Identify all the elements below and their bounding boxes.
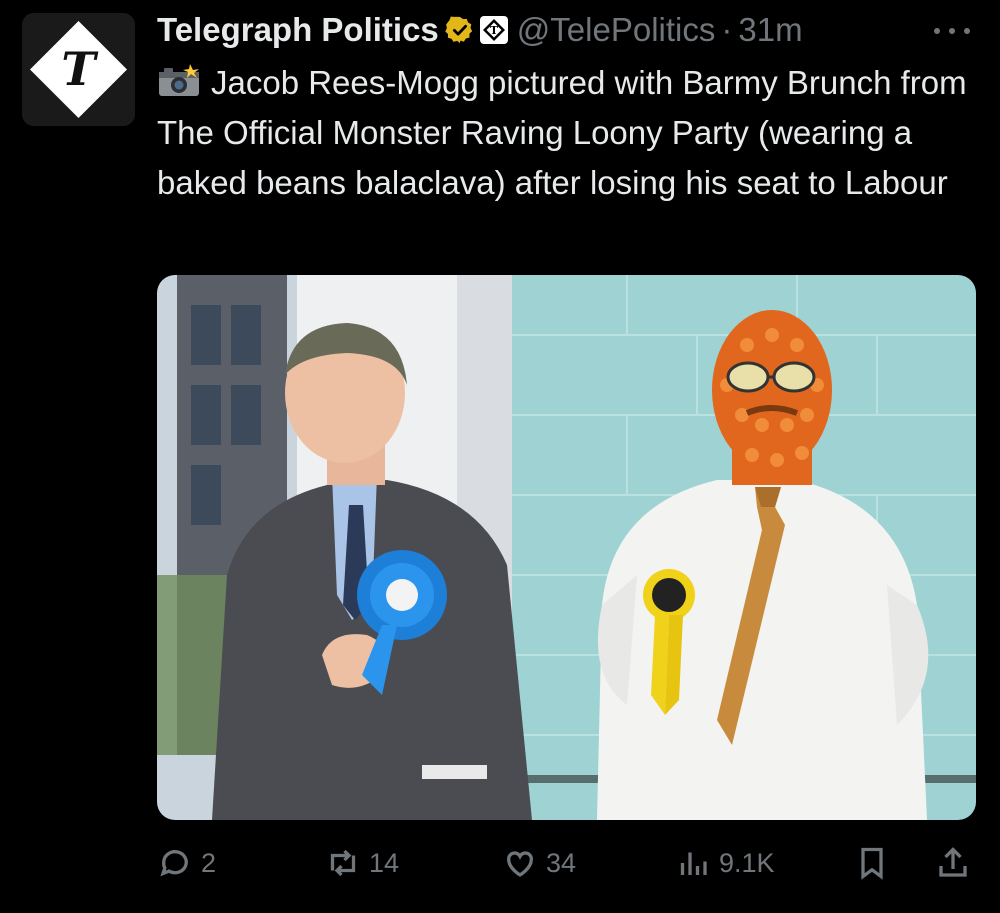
like-count: 34: [546, 847, 577, 878]
bookmark-button[interactable]: [854, 835, 890, 891]
svg-text:T: T: [490, 24, 499, 37]
verified-badge-icon[interactable]: [445, 15, 475, 45]
dot-icon: [934, 28, 940, 34]
dot-icon: [964, 28, 970, 34]
tweet-header: Telegraph Politics T @TelePolitics · 31m: [157, 8, 803, 52]
timestamp[interactable]: 31m: [738, 8, 802, 52]
views-count: 9.1K: [719, 847, 775, 878]
repost-button[interactable]: 14: [325, 835, 399, 891]
repost-icon: [330, 849, 356, 877]
like-button[interactable]: 34: [502, 835, 576, 891]
heart-icon: [507, 851, 533, 877]
separator: ·: [721, 11, 733, 48]
tweet-actions: 2 14 34 9.1K: [157, 835, 977, 891]
dot-icon: [949, 28, 955, 34]
repost-count: 14: [369, 847, 400, 878]
reply-count: 2: [201, 847, 217, 878]
avatar[interactable]: T: [22, 13, 135, 126]
tweet-body: Jacob Rees-Mogg pictured with Barmy Brun…: [157, 64, 967, 201]
tweet-photo[interactable]: [157, 275, 976, 820]
tweet-text: Jacob Rees-Mogg pictured with Barmy Brun…: [157, 58, 977, 208]
share-button[interactable]: [935, 835, 971, 891]
share-icon: [939, 847, 967, 877]
reply-icon: [160, 850, 188, 877]
views-button[interactable]: 9.1K: [675, 835, 775, 891]
display-name[interactable]: Telegraph Politics: [157, 8, 439, 52]
bookmark-icon: [861, 847, 883, 880]
camera-flash-emoji-icon: [159, 64, 199, 96]
avatar-letter: T: [61, 42, 99, 96]
views-icon: [680, 852, 707, 875]
affiliate-logo-icon[interactable]: T: [479, 15, 509, 45]
reply-button[interactable]: 2: [157, 835, 216, 891]
more-options-button[interactable]: [930, 18, 974, 44]
handle[interactable]: @TelePolitics: [517, 8, 716, 52]
